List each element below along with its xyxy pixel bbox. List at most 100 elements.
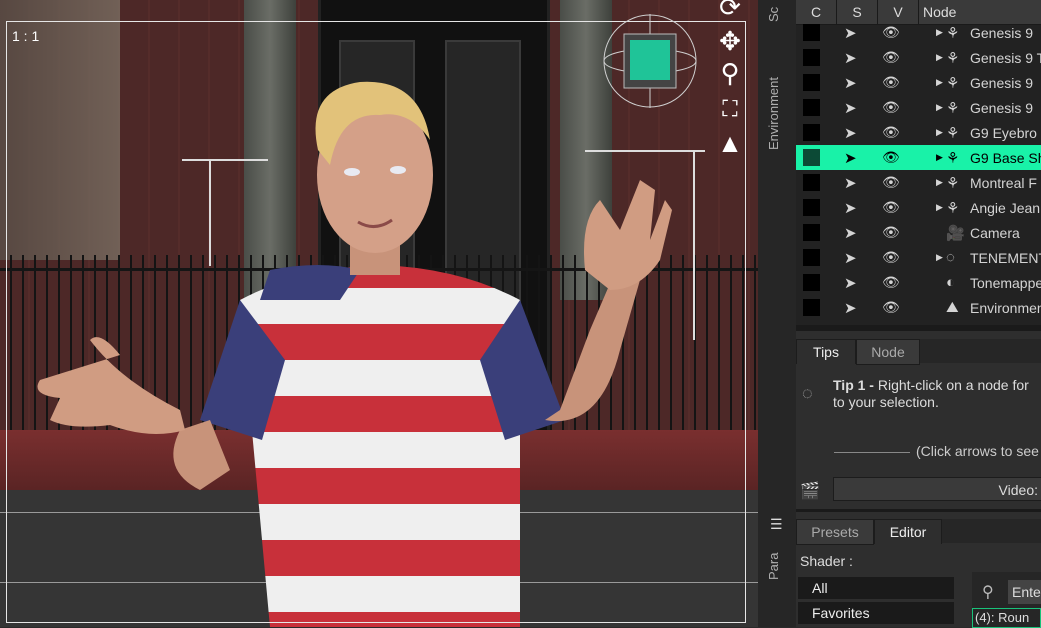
select-cursor-icon[interactable]: ➤: [844, 274, 857, 292]
expand-arrow-icon[interactable]: ▶: [936, 27, 943, 38]
node-label: Genesis 9 T: [970, 49, 1041, 66]
video-button[interactable]: Video:: [833, 477, 1041, 501]
visibility-eye-icon[interactable]: 👁: [882, 24, 900, 41]
camera-toggle-box[interactable]: [803, 24, 820, 41]
panel-menu-icon[interactable]: ☰: [770, 516, 783, 533]
select-cursor-icon[interactable]: ➤: [844, 249, 857, 267]
tips-pane: Tips Node ◌ Tip 1 - Right-click on a nod…: [796, 331, 1041, 509]
visibility-eye-icon[interactable]: 👁: [882, 274, 900, 291]
environment-icon: ⛰: [946, 299, 959, 316]
tab-scene[interactable]: Sc: [766, 7, 781, 22]
tab-parameters[interactable]: Para: [766, 553, 781, 580]
node-label: Genesis 9: [970, 74, 1034, 91]
expand-arrow-icon[interactable]: ▶: [936, 77, 943, 88]
spinner-icon: ◌: [802, 383, 813, 403]
visibility-eye-icon[interactable]: 👁: [882, 299, 900, 316]
scene-node-row[interactable]: ➤ 👁 ▶ ⚘ Genesis 9: [796, 20, 1041, 45]
tab-presets[interactable]: Presets: [796, 519, 874, 545]
visibility-eye-icon[interactable]: 👁: [882, 149, 900, 166]
expand-arrow-icon[interactable]: ▶: [936, 127, 943, 138]
visibility-eye-icon[interactable]: 👁: [882, 199, 900, 216]
scene-node-row[interactable]: ➤ 👁 ▶ ⚘ G9 Base Sh: [796, 145, 1041, 170]
list-item-all[interactable]: All: [798, 577, 954, 599]
camera-toggle-box[interactable]: [803, 199, 820, 216]
expand-arrow-icon[interactable]: ▶: [936, 252, 943, 263]
expand-arrow-icon[interactable]: ▶: [936, 177, 943, 188]
select-cursor-icon[interactable]: ➤: [844, 124, 857, 142]
rotate-icon[interactable]: ▲: [714, 128, 746, 158]
zoom-icon[interactable]: ⚲: [714, 58, 746, 88]
scene-node-row[interactable]: ➤ 👁 ◐ Tonemapper: [796, 270, 1041, 295]
group-icon: ◌: [946, 249, 955, 266]
right-panel: Sc Environment Para ☰ C S V Node ➤ 👁 ▶ ⚘ Gen…: [758, 0, 1041, 628]
scene-node-row[interactable]: ➤ 👁 ▶ ⚘ Angie Jean: [796, 195, 1041, 220]
camera-toggle-box[interactable]: [803, 99, 820, 116]
select-cursor-icon[interactable]: ➤: [844, 224, 857, 242]
frame-icon[interactable]: ⛶: [714, 94, 746, 124]
camera-toggle-box[interactable]: [803, 174, 820, 191]
select-cursor-icon[interactable]: ➤: [844, 49, 857, 67]
figure-icon: ⚘: [946, 74, 960, 92]
expand-arrow-icon[interactable]: ▶: [936, 52, 943, 63]
figure-icon: ⚘: [946, 149, 960, 167]
editor-pane: Presets Editor Shader : All Favorites ⚲ …: [796, 512, 1041, 628]
expand-arrow-icon[interactable]: ▶: [936, 102, 943, 113]
camera-toggle-box[interactable]: [803, 249, 820, 266]
select-cursor-icon[interactable]: ➤: [844, 149, 857, 167]
select-cursor-icon[interactable]: ➤: [844, 199, 857, 217]
select-cursor-icon[interactable]: ➤: [844, 74, 857, 92]
shader-search-input[interactable]: Ente: [1008, 580, 1041, 604]
shader-label: Shader :: [800, 553, 853, 569]
camera-toggle-box[interactable]: [803, 224, 820, 241]
shader-result-item[interactable]: (4): Roun: [972, 608, 1041, 628]
scene-node-row[interactable]: ➤ 👁 ▶ ⚘ Genesis 9 T: [796, 45, 1041, 70]
figure-icon: ⚘: [946, 199, 960, 217]
scene-node-row[interactable]: ➤ 👁 ▶ ⚘ Genesis 9: [796, 70, 1041, 95]
aspect-ratio-label: 1 : 1: [12, 28, 40, 44]
visibility-eye-icon[interactable]: 👁: [882, 174, 900, 191]
select-cursor-icon[interactable]: ➤: [844, 299, 857, 317]
camera-frame: [6, 21, 746, 623]
tonemapper-icon: ◐: [946, 274, 956, 291]
visibility-eye-icon[interactable]: 👁: [882, 224, 900, 241]
scene-node-row[interactable]: ➤ 👁 ▶ ⚘ Genesis 9: [796, 95, 1041, 120]
camera-toggle-box[interactable]: [803, 299, 820, 316]
node-label: Environment: [970, 299, 1041, 316]
scene-pane: C S V Node ➤ 👁 ▶ ⚘ Genesis 9 ➤ 👁 ▶ ⚘ Genesis 9 T ➤…: [796, 0, 1041, 325]
node-label: Genesis 9: [970, 99, 1034, 116]
clapper-icon: 🎬: [800, 483, 820, 500]
tab-node[interactable]: Node: [856, 339, 920, 365]
visibility-eye-icon[interactable]: 👁: [882, 49, 900, 66]
tab-environment[interactable]: Environment: [766, 77, 781, 150]
select-cursor-icon[interactable]: ➤: [844, 24, 857, 42]
view-cube[interactable]: [602, 14, 698, 108]
tab-tips[interactable]: Tips: [796, 339, 856, 364]
expand-arrow-icon[interactable]: ▶: [936, 152, 943, 163]
search-icon: ⚲: [982, 584, 994, 601]
list-item-favorites[interactable]: Favorites: [798, 602, 954, 624]
camera-toggle-box[interactable]: [803, 49, 820, 66]
scene-node-row[interactable]: ➤ 👁 🎥 Camera: [796, 220, 1041, 245]
scene-node-row[interactable]: ➤ 👁 ▶ ⚘ Montreal F: [796, 170, 1041, 195]
camera-toggle-box[interactable]: [803, 274, 820, 291]
visibility-eye-icon[interactable]: 👁: [882, 249, 900, 266]
pan-icon[interactable]: ✥: [714, 26, 746, 56]
scene-node-row[interactable]: ➤ 👁 ▶ ◌ TENEMENT: [796, 245, 1041, 270]
visibility-eye-icon[interactable]: 👁: [882, 124, 900, 141]
camera-toggle-box[interactable]: [803, 149, 820, 166]
camera-icon: 🎥: [946, 224, 965, 242]
tab-editor[interactable]: Editor: [874, 519, 942, 544]
visibility-eye-icon[interactable]: 👁: [882, 99, 900, 116]
select-cursor-icon[interactable]: ➤: [844, 99, 857, 117]
select-cursor-icon[interactable]: ➤: [844, 174, 857, 192]
visibility-eye-icon[interactable]: 👁: [882, 74, 900, 91]
camera-toggle-box[interactable]: [803, 124, 820, 141]
3d-viewport[interactable]: 1 : 1 ⟳ ✥ ⚲ ⛶ ▲: [0, 0, 758, 627]
camera-toggle-box[interactable]: [803, 74, 820, 91]
scene-node-row[interactable]: ➤ 👁 ▶ ⚘ G9 Eyebro: [796, 120, 1041, 145]
camera-orbit-icon[interactable]: ⟳: [714, 0, 746, 22]
node-label: TENEMENT: [970, 249, 1041, 266]
scene-node-row[interactable]: ➤ 👁 ⛰ Environment: [796, 295, 1041, 320]
expand-arrow-icon[interactable]: ▶: [936, 202, 943, 213]
node-label: Montreal F: [970, 174, 1037, 191]
